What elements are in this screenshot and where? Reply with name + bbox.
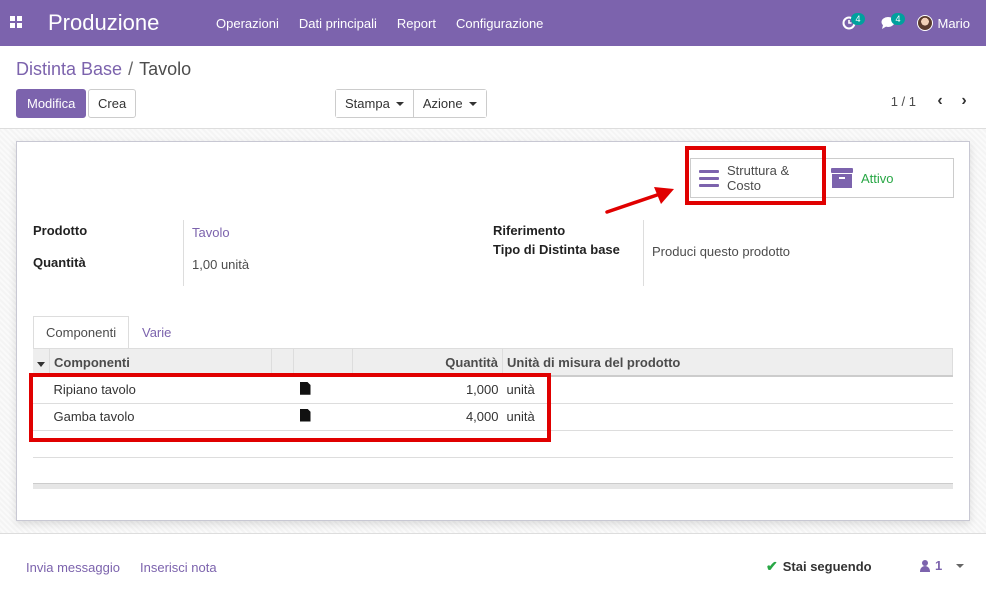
pager: 1 / 1 ‹ › bbox=[891, 92, 976, 110]
chevron-right-icon[interactable]: › bbox=[952, 92, 976, 110]
file-icon bbox=[299, 381, 311, 395]
menu-item-report[interactable]: Report bbox=[387, 16, 446, 31]
print-dropdown[interactable]: Stampa bbox=[336, 90, 413, 117]
components-table: Componenti Quantità Unità di misura del … bbox=[33, 349, 953, 458]
followers-count: 1 bbox=[935, 558, 943, 573]
arrow-annotation-icon bbox=[605, 187, 674, 214]
row-blank bbox=[271, 376, 294, 404]
table-row[interactable]: Gamba tavolo 4,000 unità bbox=[33, 403, 953, 431]
quantity-value: 1,00 unità bbox=[192, 257, 249, 272]
column-header-quantity[interactable]: Quantità bbox=[352, 349, 503, 377]
top-menu: Operazioni Dati principali Report Config… bbox=[206, 0, 553, 46]
menu-item-dati-principali[interactable]: Dati principali bbox=[289, 16, 387, 31]
sort-handle-header[interactable] bbox=[33, 349, 50, 377]
action-label: Azione bbox=[422, 96, 463, 111]
activity-button[interactable]: 4 bbox=[829, 0, 869, 46]
quantity-uom: unità bbox=[220, 257, 250, 272]
row-blank bbox=[271, 403, 294, 431]
tab-componenti[interactable]: Componenti bbox=[33, 316, 130, 349]
systray: 4 4 Mario bbox=[829, 0, 986, 46]
send-message-button[interactable]: Invia messaggio bbox=[26, 560, 120, 575]
field-separator bbox=[643, 220, 644, 286]
breadcrumb-current: Tavolo bbox=[139, 59, 192, 79]
user-name: Mario bbox=[937, 15, 970, 31]
print-label: Stampa bbox=[345, 96, 390, 111]
chatter-divider bbox=[0, 533, 986, 534]
row-quantity[interactable]: 1,000 bbox=[352, 376, 503, 404]
action-dropdown[interactable]: Azione bbox=[412, 90, 486, 117]
table-header-row: Componenti Quantità Unità di misura del … bbox=[33, 349, 953, 377]
chevron-left-icon[interactable]: ‹ bbox=[928, 92, 952, 110]
row-handle bbox=[33, 376, 50, 404]
breadcrumb-parent[interactable]: Distinta Base bbox=[16, 59, 122, 79]
product-value[interactable]: Tavolo bbox=[192, 225, 230, 240]
row-uom[interactable]: unità bbox=[502, 376, 953, 404]
product-label: Prodotto bbox=[33, 223, 88, 238]
row-component[interactable]: Gamba tavolo bbox=[49, 403, 272, 431]
button-box: Struttura & Costo Attivo bbox=[690, 158, 954, 198]
avatar bbox=[917, 15, 934, 31]
row-quantity[interactable]: 4,000 bbox=[352, 403, 503, 431]
edit-button[interactable]: Modifica bbox=[16, 89, 87, 118]
field-separator bbox=[183, 220, 184, 286]
row-component[interactable]: Ripiano tavolo bbox=[49, 376, 272, 404]
user-icon bbox=[920, 559, 930, 572]
table-row[interactable]: Ripiano tavolo 1,000 unità bbox=[33, 376, 953, 404]
menu-item-configurazione[interactable]: Configurazione bbox=[446, 16, 553, 31]
create-button[interactable]: Crea bbox=[88, 89, 137, 118]
followers-button[interactable]: 1 bbox=[920, 558, 965, 573]
file-icon bbox=[299, 408, 311, 422]
row-attachment[interactable] bbox=[293, 403, 353, 431]
following-label: Stai seguendo bbox=[782, 559, 872, 574]
bars-icon bbox=[699, 169, 719, 187]
table-footer bbox=[33, 483, 953, 489]
bom-type-value: Produci questo prodotto bbox=[652, 244, 791, 259]
row-handle bbox=[33, 403, 50, 431]
row-uom[interactable]: unità bbox=[502, 403, 953, 431]
messages-button[interactable]: 4 bbox=[869, 0, 909, 46]
breadcrumb-separator: / bbox=[128, 59, 134, 79]
column-header-component[interactable]: Componenti bbox=[49, 349, 272, 377]
check-icon: ✔ bbox=[766, 558, 778, 574]
column-header-blank bbox=[271, 349, 294, 377]
apps-menu-icon[interactable] bbox=[10, 16, 23, 29]
quantity-label: Quantità bbox=[33, 255, 86, 270]
structure-cost-button[interactable]: Struttura & Costo bbox=[691, 159, 822, 197]
app-title[interactable]: Produzione bbox=[48, 10, 159, 36]
column-header-uom[interactable]: Unità di misura del prodotto bbox=[502, 349, 953, 377]
bom-type-label: Tipo di Distinta base bbox=[493, 242, 620, 257]
follow-button[interactable]: ✔ Stai seguendo bbox=[766, 558, 872, 575]
caret-down-icon bbox=[37, 361, 45, 367]
tab-varie[interactable]: Varie bbox=[130, 316, 183, 349]
user-menu[interactable]: Mario bbox=[909, 15, 986, 31]
row-attachment[interactable] bbox=[293, 376, 353, 404]
active-toggle-button[interactable]: Attivo bbox=[822, 159, 953, 197]
log-note-button[interactable]: Inserisci nota bbox=[140, 560, 217, 575]
pager-value[interactable]: 1 / 1 bbox=[891, 94, 916, 109]
table-row-empty bbox=[33, 430, 953, 458]
caret-down-icon bbox=[395, 101, 404, 106]
column-header-attachment bbox=[293, 349, 353, 377]
messages-badge: 4 bbox=[891, 13, 905, 25]
breadcrumb: Distinta Base / Tavolo bbox=[16, 59, 191, 80]
reference-label: Riferimento bbox=[493, 223, 566, 238]
top-navbar: Produzione Operazioni Dati principali Re… bbox=[0, 0, 986, 46]
archive-icon bbox=[831, 168, 853, 188]
structure-cost-label: Struttura & Costo bbox=[727, 163, 790, 193]
quantity-number: 1,00 bbox=[192, 257, 218, 272]
active-label: Attivo bbox=[861, 170, 894, 186]
menu-item-operazioni[interactable]: Operazioni bbox=[206, 16, 289, 31]
caret-down-icon[interactable] bbox=[956, 563, 965, 568]
notebook-tabs: Componenti Varie bbox=[33, 316, 953, 349]
action-dropdowns: Stampa Azione bbox=[335, 89, 487, 118]
activity-badge: 4 bbox=[851, 13, 865, 25]
caret-down-icon bbox=[468, 101, 477, 106]
form-sheet: Struttura & Costo Attivo Prodotto Tavolo… bbox=[16, 141, 970, 521]
